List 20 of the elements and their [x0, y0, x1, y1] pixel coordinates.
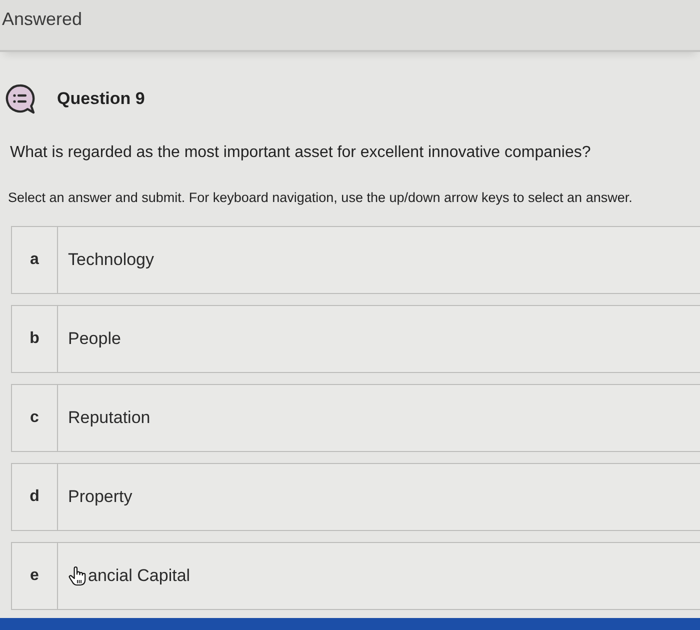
- answer-option[interactable]: a Technology: [11, 226, 700, 294]
- answer-option[interactable]: b People: [11, 305, 700, 373]
- answer-option[interactable]: c Reputation: [11, 384, 700, 452]
- option-letter: a: [12, 227, 58, 293]
- option-label: ancial Capital: [88, 566, 190, 586]
- question-title: Question 9: [57, 89, 145, 109]
- option-label: Property: [68, 487, 132, 507]
- option-letter: d: [12, 464, 58, 530]
- option-letter: e: [12, 543, 58, 609]
- option-label: People: [68, 329, 121, 349]
- speech-bubble-icon: [5, 84, 35, 114]
- option-label: Reputation: [68, 408, 150, 428]
- option-letter: c: [12, 385, 58, 451]
- question-text: What is regarded as the most important asset for excellent innovative companies?: [10, 143, 592, 163]
- status-label: Answered: [2, 8, 82, 30]
- answer-option[interactable]: e ancial Capital: [11, 542, 700, 610]
- instructions-text: Select an answer and submit. For keyboard navigation, use the up/down arrow keys to select an answer.: [8, 189, 634, 207]
- option-letter: b: [12, 306, 58, 372]
- answer-option[interactable]: d Property: [11, 463, 700, 531]
- option-label: Technology: [68, 250, 154, 270]
